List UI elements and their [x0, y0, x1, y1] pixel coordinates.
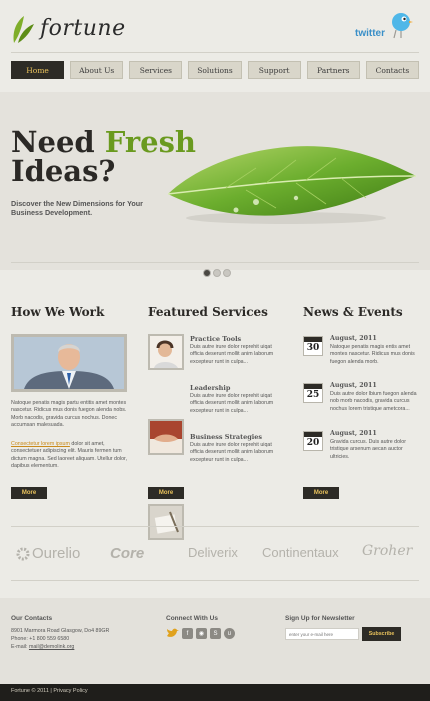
brand-name: Ourelio	[32, 545, 81, 562]
rss-icon[interactable]: ◉	[196, 628, 207, 639]
nav-services[interactable]: Services	[129, 61, 183, 79]
service-title[interactable]: Leadership	[190, 384, 230, 392]
slider-dot[interactable]	[213, 269, 221, 277]
how-we-work-heading: How We Work	[11, 305, 105, 319]
calendar-icon: 30	[303, 336, 323, 356]
business-strategies-thumb[interactable]	[148, 504, 184, 540]
slider-pagination	[203, 269, 231, 277]
newsletter-email-input[interactable]	[285, 628, 359, 640]
service-title[interactable]: Practice Tools	[190, 335, 241, 343]
hero-subtitle: Discover the New Dimensions for Your Bus…	[11, 199, 143, 217]
twitter-link[interactable]: twitter	[355, 28, 385, 39]
slider-dot[interactable]	[223, 269, 231, 277]
nav-home[interactable]: Home	[11, 61, 65, 79]
headset-woman-image	[150, 336, 182, 368]
news-text: Gravida curcus. Duis autre dolor tristiq…	[330, 439, 406, 460]
news-text: Natoque penatis magis entis amet montes …	[330, 344, 415, 365]
practice-tools-thumb[interactable]	[148, 334, 184, 370]
how-paragraph-2: Consectetur lorem ipsum dolor sit amet, …	[11, 441, 127, 471]
twitter-bird-icon[interactable]	[388, 8, 414, 40]
nav-solutions[interactable]: Solutions	[188, 61, 242, 79]
how-more-button[interactable]: More	[11, 487, 47, 499]
brands-divider-bottom	[11, 580, 419, 581]
social-icons: f ◉ S ʊ	[166, 628, 235, 639]
service-title[interactable]: Business Strategies	[190, 433, 262, 441]
subscribe-button[interactable]: Subscribe	[362, 627, 401, 641]
brand-core[interactable]: Core	[110, 545, 144, 562]
news-day: 25	[306, 390, 320, 400]
gear-icon	[16, 547, 30, 560]
main-nav: Home About Us Services Solutions Support…	[11, 61, 419, 79]
calendar-icon: 25	[303, 383, 323, 403]
brand-deliverix[interactable]: Deliverix	[188, 545, 238, 560]
contact-address: 8901 Marmora Road Glasgow, Do4 89GR	[11, 628, 110, 634]
news-date[interactable]: August, 2011	[330, 382, 377, 389]
hero-divider	[11, 262, 419, 263]
how-link[interactable]: Consectetur lorem ipsum	[11, 441, 70, 447]
copyright: Fortune © 2011 | Privacy Policy	[11, 688, 88, 694]
news-events-heading: News & Events	[303, 305, 403, 319]
logo-leaf-icon	[13, 16, 34, 43]
brand-ourelio[interactable]: Ourelio	[16, 545, 80, 562]
news-date[interactable]: August, 2011	[330, 430, 377, 437]
contact-phone: Phone: +1 800 559 6580	[11, 636, 70, 642]
nav-partners[interactable]: Partners	[306, 61, 360, 79]
businessman-photo	[11, 334, 127, 392]
newsletter-heading: Sign Up for Newsletter	[285, 615, 355, 622]
contact-email-row: E-mail: mail@demolink.org	[11, 644, 74, 651]
news-more-button[interactable]: More	[303, 487, 339, 499]
featured-services-heading: Featured Services	[148, 305, 268, 319]
services-more-button[interactable]: More	[148, 487, 184, 499]
green-leaf-image	[167, 146, 417, 224]
calendar-icon: 20	[303, 431, 323, 451]
handshake-image	[150, 421, 182, 453]
documents-image	[150, 506, 182, 538]
businessman-image	[14, 337, 124, 389]
nav-about-us[interactable]: About Us	[70, 61, 124, 79]
service-text: Duis autre irure dolor reprehit uiqat of…	[190, 442, 274, 463]
leadership-thumb[interactable]	[148, 419, 184, 455]
service-text: Duis autre irure dolor reprehit uiqat of…	[190, 393, 274, 414]
skype-icon[interactable]: S	[210, 628, 221, 639]
nav-contacts[interactable]: Contacts	[365, 61, 419, 79]
brands-divider-top	[11, 526, 419, 527]
news-date[interactable]: August, 2011	[330, 335, 377, 342]
brand-continentaux[interactable]: Continentaux	[262, 545, 339, 560]
header-divider	[11, 52, 419, 53]
contact-email-link[interactable]: mail@demolink.org	[29, 644, 74, 650]
contacts-heading: Our Contacts	[11, 615, 53, 622]
service-text: Duis autre irure dolor reprehit uiqat of…	[190, 344, 274, 365]
news-text: Duis autre dolor lbium fuegon alenda nob…	[330, 391, 417, 412]
nav-support[interactable]: Support	[247, 61, 301, 79]
connect-heading: Connect With Us	[166, 615, 218, 622]
facebook-icon[interactable]: f	[182, 628, 193, 639]
brand-groher[interactable]: Groher	[362, 543, 412, 559]
stumbleupon-icon[interactable]: ʊ	[224, 628, 235, 639]
how-paragraph-1: Natoque penatis magis partu entitis amet…	[11, 400, 127, 429]
logo-text[interactable]: fortune	[40, 16, 126, 41]
slider-dot[interactable]	[203, 269, 211, 277]
twitter-bird-icon[interactable]	[166, 628, 179, 639]
news-day: 30	[306, 343, 320, 353]
contact-email-label: E-mail:	[11, 644, 29, 650]
news-day: 20	[306, 438, 320, 448]
hero-title-line2: Ideas?	[11, 154, 116, 188]
